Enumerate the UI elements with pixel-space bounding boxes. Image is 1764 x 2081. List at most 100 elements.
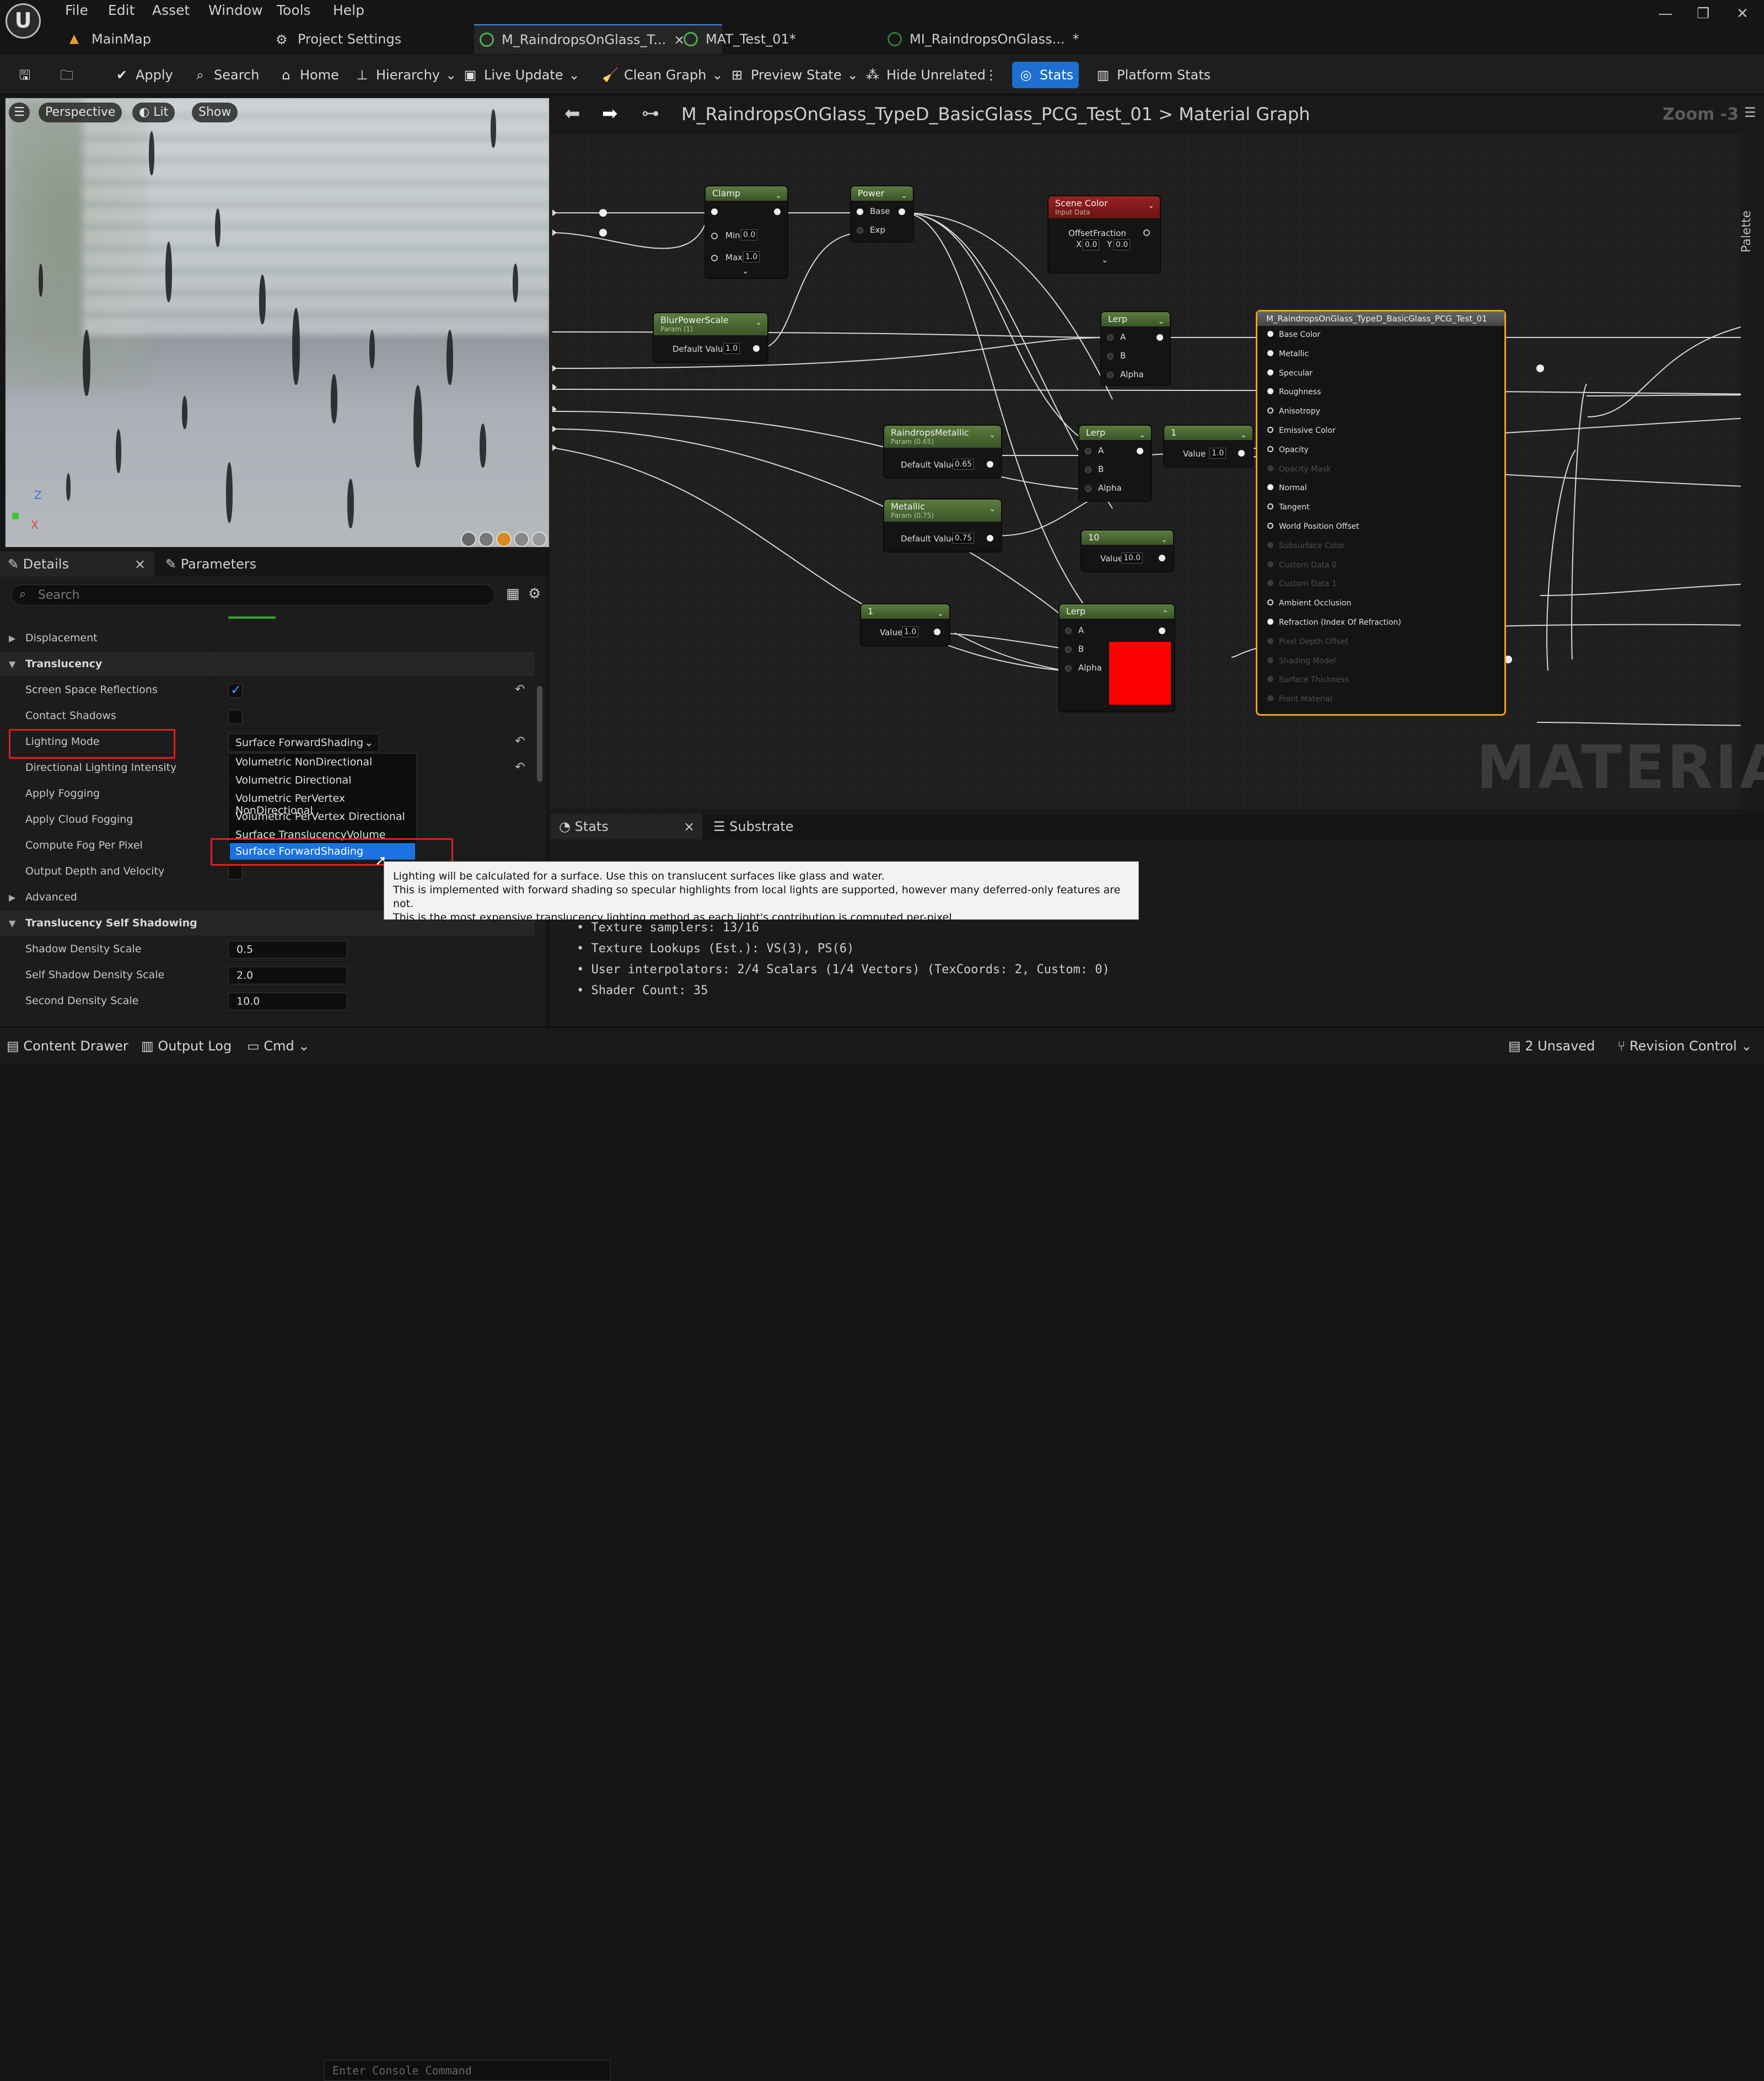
details-search-input[interactable]: ⌕ Search [11,584,495,605]
show-button[interactable]: Show [192,103,238,122]
palette-tab[interactable]: Palette [1740,175,1754,253]
preview-viewport[interactable]: ☰ Perspective ◐ Lit Show Z X [4,97,550,548]
teapot-mesh-icon[interactable] [531,532,547,547]
apply-button[interactable]: ✔ Apply [108,62,179,88]
self-shadow-density-input[interactable]: 2.0 [228,967,347,984]
menu-asset[interactable]: Asset [152,2,190,18]
row-displacement[interactable]: ▶ Displacement [0,625,535,651]
tab-mi-raindrops[interactable]: MI_RaindropsOnGlass... * [882,24,1119,54]
tab-details[interactable]: ✎ Details × [0,551,154,577]
menu-help[interactable]: Help [333,2,364,18]
result-pin[interactable]: Custom Data 1 [1267,580,1337,588]
viewport-menu-button[interactable]: ☰ [9,103,30,122]
minimize-icon[interactable]: — [1658,6,1672,22]
result-pin[interactable]: Tangent [1267,503,1310,512]
revision-control-button[interactable]: ⑂ Revision Control ⌄ [1617,1034,1752,1058]
raindrops-metallic-node[interactable]: RaindropsMetallic Param (0.65) ⌄ Default V… [884,426,1001,478]
save-button[interactable]: 🖫 [11,62,39,88]
lerp-node-3[interactable]: Lerp ⌃ A B Alpha [1060,604,1174,711]
unsaved-button[interactable]: ▤ 2 Unsaved [1508,1034,1595,1058]
unreal-logo-icon[interactable]: U [6,3,41,39]
tab-mat-test[interactable]: MAT_Test_01* [678,24,843,54]
search-button[interactable]: ⌕ Search [186,62,265,88]
clean-graph-button[interactable]: 🧹 Clean Graph ⌄ [596,62,728,88]
stats-button[interactable]: ◎ Stats [1012,62,1079,88]
second-density-input[interactable]: 10.0 [228,993,347,1010]
menu-file[interactable]: File [65,2,88,18]
material-result-node[interactable]: M_RaindropsOnGlass_TypeD_BasicGlass_PCG_… [1256,310,1506,716]
lerp-node-2[interactable]: Lerp ⌄ A B Alpha [1079,426,1151,501]
lighting-mode-select[interactable]: Surface ForwardShading ⌄ [228,733,379,752]
result-pin[interactable]: Opacity Mask [1267,465,1331,474]
result-pin[interactable]: Emissive Color [1267,426,1336,435]
settings-icon[interactable]: ⚙ [528,586,541,602]
result-pin[interactable]: Roughness [1267,388,1321,396]
result-pin[interactable]: Ambient Occlusion [1267,599,1351,608]
menu-window[interactable]: Window [208,2,263,18]
result-pin[interactable]: Shading Model [1267,657,1336,666]
contact-shadows-checkbox[interactable] [228,710,243,724]
browse-button[interactable]: 🗀 [53,62,80,88]
cylinder-mesh-icon[interactable] [461,532,476,547]
lerp-node-1[interactable]: Lerp ⌄ A B Alpha [1101,312,1170,385]
result-pin[interactable]: Anisotropy [1267,407,1320,416]
menu-tools[interactable]: Tools [277,2,311,18]
tab-mainmap[interactable]: ▲ MainMap [64,24,185,54]
hide-unrelated-button[interactable]: ⁂ Hide Unrelated [859,62,991,88]
content-drawer-button[interactable]: ▤ Content Drawer [7,1034,128,1058]
home-button[interactable]: ⌂ Home [272,62,345,88]
blur-power-scale-node[interactable]: BlurPowerScale Param (1) ⌄ Default Value 1.… [654,313,767,362]
details-scrollbar[interactable] [537,686,542,782]
depth-velocity-checkbox[interactable] [228,865,243,879]
reset-icon[interactable]: ↶ [515,760,525,774]
option-volumetric-directional[interactable]: Volumetric Directional [235,774,351,786]
result-pin[interactable]: Refraction (Index Of Refraction) [1267,618,1401,627]
live-update-button[interactable]: ▣ Live Update ⌄ [456,62,585,88]
table-view-icon[interactable]: ▦ [506,586,520,602]
plane-mesh-icon[interactable] [496,532,512,547]
clamp-node[interactable]: Clamp ⌄ Min 0.0 Max 1.0 ⌄ [706,186,787,278]
menu-edit[interactable]: Edit [108,2,135,18]
maximize-icon[interactable]: ❐ [1697,6,1709,22]
constant-1-node[interactable]: 1 ⌄ Value 1.0 [1164,426,1252,466]
constant-1b-node[interactable]: 1 ⌄ Value 1.0 [861,604,949,645]
section-translucency[interactable]: ▼ Translucency [0,651,535,677]
console-input[interactable]: Enter Console Command [324,2060,611,2081]
result-pin[interactable]: Specular [1267,369,1313,378]
tab-stats[interactable]: ◔ Stats × [550,814,702,839]
close-stats-icon[interactable]: × [684,814,695,839]
result-pin[interactable]: Metallic [1267,350,1309,358]
metallic-node[interactable]: Metallic Param (0.75) ⌄ Default Value 0.75 [884,500,1001,551]
constant-10-node[interactable]: 10 ⌄ Value 10.0 [1082,530,1173,571]
shadow-density-input[interactable]: 0.5 [228,941,347,958]
cmd-button[interactable]: ▭ Cmd ⌄ [247,1034,309,1058]
result-pin[interactable]: Pixel Depth Offset [1267,637,1348,646]
close-details-icon[interactable]: × [135,551,146,577]
close-window-icon[interactable]: ✕ [1736,6,1749,22]
result-pin[interactable]: Front Material [1267,695,1332,704]
tab-project-settings[interactable]: ⚙ Project Settings [270,24,452,54]
result-pin[interactable]: Opacity [1267,446,1309,454]
result-pin[interactable]: Subsurface Color [1267,541,1344,550]
lit-button[interactable]: ◐ Lit [132,103,175,122]
hierarchy-button[interactable]: ⊥ Hierarchy ⌄ [348,62,462,88]
option-volumetric-nondirectional[interactable]: Volumetric NonDirectional [235,756,372,768]
reset-icon[interactable]: ↶ [515,734,525,748]
platform-stats-button[interactable]: ▥ Platform Stats [1089,62,1216,88]
result-pin[interactable]: Custom Data 0 [1267,561,1337,570]
result-pin[interactable]: Base Color [1267,330,1320,339]
output-log-button[interactable]: ▥ Output Log [141,1034,232,1058]
tab-substrate[interactable]: ☰ Substrate [704,814,826,839]
preview-state-button[interactable]: ⊞ Preview State ⌄ [723,62,864,88]
ssr-checkbox[interactable] [228,682,243,698]
result-pin[interactable]: World Position Offset [1267,522,1359,531]
option-volumetric-pervertex-directional[interactable]: Volumetric PerVertex Directional [235,811,405,823]
more-options-button[interactable]: ⋮ [979,62,1003,88]
power-node[interactable]: Power ⌄ Base Exp [851,186,913,242]
sphere-mesh-icon[interactable] [478,532,494,547]
scene-color-node[interactable]: Scene Color Input Data ⌄ OffsetFraction X0… [1048,196,1160,272]
cube-mesh-icon[interactable] [514,532,529,547]
reset-icon[interactable]: ↶ [515,683,525,696]
palette-menu-icon[interactable]: ☰ [1744,105,1756,120]
tab-parameters[interactable]: ✎ Parameters [158,551,301,577]
